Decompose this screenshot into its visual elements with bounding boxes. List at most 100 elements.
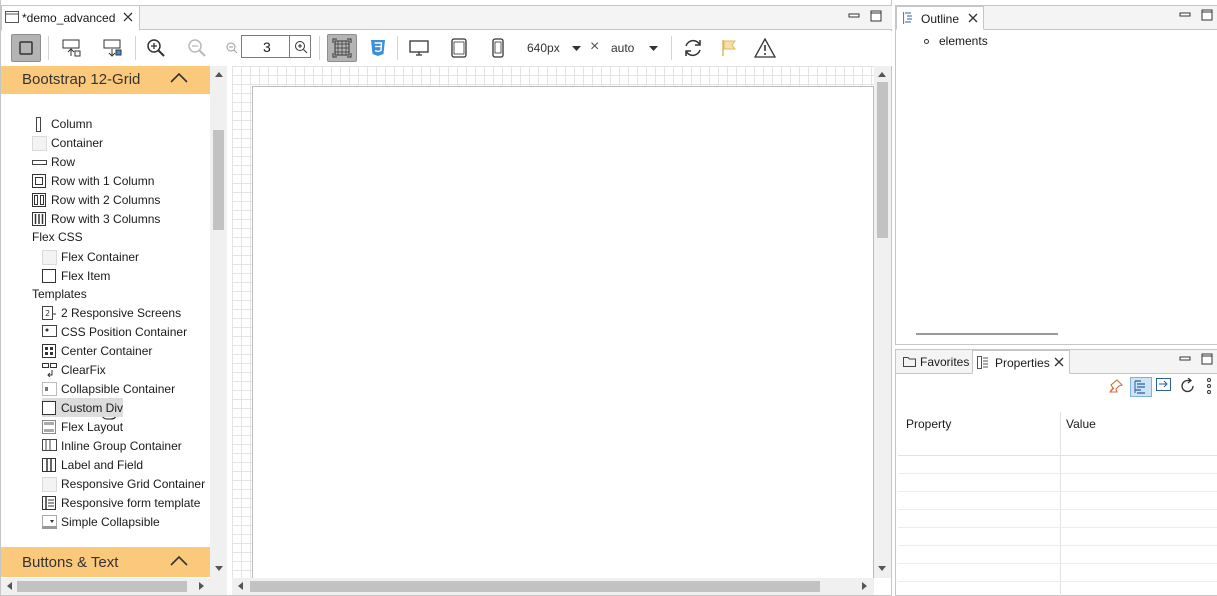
categories-toggle-button[interactable] [1130, 377, 1152, 397]
table-row[interactable] [898, 582, 1217, 596]
table-row[interactable] [898, 528, 1217, 546]
palette-category-flex[interactable]: Flex CSS [32, 230, 83, 244]
palette-item[interactable]: 2 2 Responsive Screens [42, 303, 181, 322]
outline-hscroll-thumb[interactable] [916, 333, 1058, 335]
viewport-width-value[interactable]: 640px [527, 41, 560, 55]
palette-item-label: Inline Group Container [61, 438, 182, 453]
grid-toggle-button[interactable] [327, 34, 357, 62]
palette-item[interactable]: Row [32, 152, 75, 171]
column-header-value[interactable]: Value [1066, 417, 1096, 431]
palette-item[interactable]: Row with 2 Columns [32, 190, 160, 209]
palette-item[interactable]: Responsive Grid Container [42, 474, 205, 493]
css-button[interactable] [363, 34, 393, 62]
move-up-button[interactable] [57, 34, 87, 62]
table-row[interactable] [898, 492, 1217, 510]
desktop-view-button[interactable] [404, 34, 434, 62]
outline-tree-item[interactable]: elements [924, 34, 988, 48]
palette-item[interactable]: ClearFix [42, 360, 106, 379]
palette-item-label: Custom Div [61, 400, 124, 415]
palette-item[interactable]: Flex Item [42, 266, 110, 285]
zoom-in-button[interactable] [141, 34, 171, 62]
properties-tab[interactable]: Properties [972, 350, 1070, 374]
minimize-icon[interactable] [848, 10, 860, 22]
select-mode-button[interactable] [11, 34, 41, 62]
warning-button[interactable] [750, 34, 780, 62]
palette-item[interactable]: Flex Layout [42, 417, 123, 436]
center-container-icon [42, 344, 56, 358]
maximize-icon[interactable] [1201, 9, 1213, 21]
close-icon[interactable] [123, 12, 133, 22]
phone-view-button[interactable] [483, 34, 513, 62]
canvas-page[interactable] [252, 86, 874, 578]
folder-icon [903, 356, 916, 367]
palette-item[interactable]: Collapsible Container [42, 379, 175, 398]
scrollbar-thumb[interactable] [877, 82, 888, 238]
flag-button[interactable] [714, 34, 744, 62]
palette-item[interactable]: Row with 1 Column [32, 171, 154, 190]
zoom-decrease-icon[interactable] [226, 42, 238, 54]
flex-item-icon [42, 269, 56, 283]
viewport-height-value[interactable]: auto [611, 41, 634, 55]
zoom-level-field[interactable]: 3 [241, 35, 311, 58]
palette-item[interactable]: Responsive form template [42, 493, 200, 512]
palette-item[interactable]: CSS Position Container [42, 322, 187, 341]
zoom-increase-button[interactable] [289, 35, 311, 58]
scrollbar-thumb[interactable] [17, 581, 187, 592]
move-down-button[interactable] [98, 34, 128, 62]
table-row[interactable] [898, 474, 1217, 492]
palette-item[interactable]: Row with 3 Columns [32, 209, 160, 228]
palette-item[interactable]: Center Container [42, 341, 152, 360]
minimize-icon[interactable] [1179, 9, 1191, 21]
custom-div-icon [42, 401, 56, 415]
close-icon[interactable] [968, 13, 978, 23]
design-canvas[interactable] [232, 66, 874, 578]
drawer-buttons-text[interactable]: Buttons & Text [1, 547, 210, 577]
palette-vertical-scrollbar[interactable] [210, 66, 227, 578]
flex-container-icon [42, 250, 57, 265]
minimize-icon[interactable] [1179, 353, 1191, 365]
zoom-out-button[interactable] [182, 34, 212, 62]
palette-item[interactable]: Inline Group Container [42, 436, 182, 455]
table-row[interactable] [898, 546, 1217, 564]
palette-item[interactable]: Custom Div [42, 398, 124, 417]
editor-tab[interactable]: *demo_advanced [1, 5, 140, 31]
palette-horizontal-scrollbar[interactable] [1, 578, 227, 595]
table-row[interactable] [898, 564, 1217, 582]
collapsible-icon [42, 382, 57, 396]
palette-item[interactable]: Label and Field [42, 455, 143, 474]
restore-default-icon[interactable] [1180, 378, 1196, 394]
outline-tab[interactable]: Outline [896, 6, 984, 30]
table-row[interactable] [898, 456, 1217, 474]
palette-item[interactable]: Simple Collapsible [42, 512, 160, 531]
pin-icon[interactable] [1109, 379, 1123, 393]
palette-item-label: Row with 1 Column [51, 173, 155, 188]
drawer-bootstrap-grid[interactable]: Bootstrap 12-Grid [1, 66, 210, 94]
tablet-view-button[interactable] [444, 34, 474, 62]
canvas-horizontal-scrollbar[interactable] [232, 578, 874, 595]
maximize-icon[interactable] [1201, 353, 1213, 365]
chevron-down-icon[interactable] [649, 46, 658, 52]
chevron-up-icon[interactable] [170, 72, 188, 84]
palette-item[interactable]: Flex Container [42, 247, 139, 266]
close-icon[interactable] [1054, 357, 1064, 367]
palette-item-label: CSS Position Container [61, 324, 188, 339]
palette-category-templates[interactable]: Templates [32, 287, 87, 301]
chevron-up-icon[interactable] [170, 555, 188, 567]
size-separator: × [590, 38, 600, 55]
scrollbar-thumb[interactable] [213, 130, 224, 230]
refresh-button[interactable] [678, 34, 708, 62]
properties-tab-bar: Favorites Properties [896, 350, 1217, 374]
chevron-down-icon[interactable] [572, 46, 581, 52]
table-row[interactable] [898, 510, 1217, 528]
column-header-property[interactable]: Property [906, 417, 951, 431]
canvas-vertical-scrollbar[interactable] [874, 66, 891, 578]
palette-item[interactable]: Column [32, 114, 92, 133]
maximize-icon[interactable] [870, 10, 882, 22]
filter-advanced-icon[interactable] [1156, 378, 1172, 394]
palette-item[interactable]: Container [32, 133, 103, 152]
more-options-icon[interactable] [1207, 378, 1211, 394]
favorites-tab[interactable]: Favorites [896, 350, 972, 374]
scrollbar-thumb[interactable] [250, 581, 820, 592]
html-file-icon [5, 11, 19, 23]
outline-tab-label: Outline [921, 12, 960, 26]
